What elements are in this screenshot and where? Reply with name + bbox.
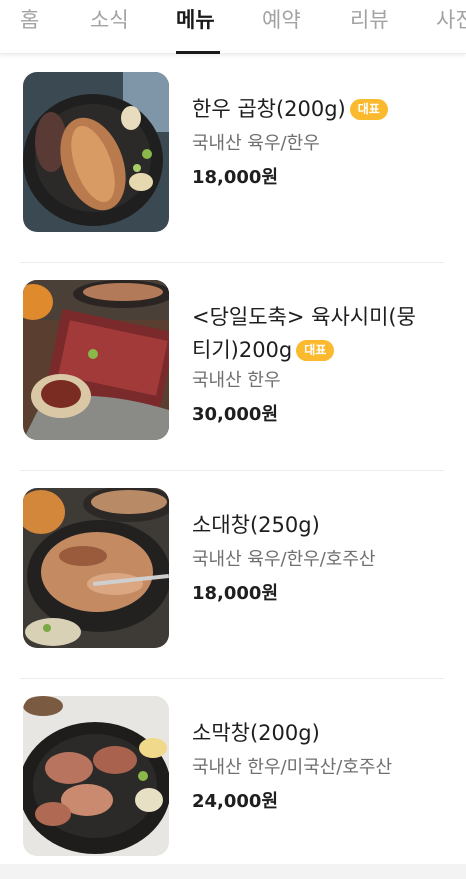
menu-item-origin: 국내산 한우 [192,370,281,391]
menu-item-info: <당일도축> 육사시미(뭉 티기)200g 대표 국내산 한우 30,000원 [192,301,442,429]
menu-item-name-text: 소대창(250g) [192,513,320,537]
menu-item-price: 30,000원 [192,404,279,425]
menu-item-name-line1: <당일도축> 육사시미(뭉 [192,305,416,329]
menu-item[interactable]: 한우 곱창(200g) 대표 국내산 육우/한우 18,000원 [0,55,466,263]
food-photo-daechang [23,488,169,648]
menu-item-name[interactable]: 소대창(250g) [192,509,442,542]
menu-item-name-text: 소막창(200g) [192,721,320,745]
menu-item-name-line2: 티기)200g [192,338,293,362]
menu-item-photo[interactable] [23,72,169,232]
menu-item-name[interactable]: 소막창(200g) [192,717,442,750]
tab-home[interactable]: 홈 [20,6,39,54]
tab-label: 예약 [262,8,301,32]
menu-item-price: 18,000원 [192,167,279,188]
tab-label: 홈 [20,8,40,32]
tab-label: 리뷰 [350,8,389,32]
tab-label: 소식 [90,8,129,32]
menu-item-photo[interactable] [23,488,169,648]
tab-menu[interactable]: 메뉴 [176,6,220,54]
menu-item-photo[interactable] [23,280,169,440]
tab-reservation[interactable]: 예약 [262,6,301,54]
menu-item-info: 소대창(250g) 국내산 육우/한우/호주산 18,000원 [192,509,442,608]
menu-item[interactable]: <당일도축> 육사시미(뭉 티기)200g 대표 국내산 한우 30,000원 [0,263,466,471]
category-tab-bar: 홈 소식 메뉴 예약 리뷰 사진 [0,0,466,54]
menu-item-origin: 국내산 육우/한우/호주산 [192,549,376,570]
menu-item-info: 소막창(200g) 국내산 한우/미국산/호주산 24,000원 [192,717,442,816]
food-photo-gopchang [23,72,169,232]
tab-photo[interactable]: 사진 [436,6,466,54]
menu-item-origin: 국내산 육우/한우 [192,133,320,154]
menu-item-origin: 국내산 한우/미국산/호주산 [192,757,393,778]
tab-review[interactable]: 리뷰 [350,6,389,54]
menu-item-price: 18,000원 [192,583,279,604]
signature-badge: 대표 [349,99,388,120]
tab-news[interactable]: 소식 [90,6,129,54]
signature-badge: 대표 [296,340,335,361]
food-photo-yuksashimi [23,280,169,440]
food-photo-makchang [23,696,169,856]
menu-item-name[interactable]: 한우 곱창(200g) 대표 [192,93,442,126]
active-tab-indicator [176,51,220,54]
menu-item[interactable]: 소막창(200g) 국내산 한우/미국산/호주산 24,000원 [0,679,466,879]
menu-item-name-text: 한우 곱창(200g) [192,97,346,121]
menu-item-price: 24,000원 [192,791,279,812]
tab-label: 메뉴 [176,8,215,32]
menu-item-info: 한우 곱창(200g) 대표 국내산 육우/한우 18,000원 [192,93,442,192]
tab-label: 사진 [436,8,466,32]
menu-item[interactable]: 소대창(250g) 국내산 육우/한우/호주산 18,000원 [0,471,466,679]
menu-item-name[interactable]: <당일도축> 육사시미(뭉 티기)200g 대표 [192,301,442,367]
bottom-divider-strip [0,864,466,879]
menu-item-photo[interactable] [23,696,169,856]
